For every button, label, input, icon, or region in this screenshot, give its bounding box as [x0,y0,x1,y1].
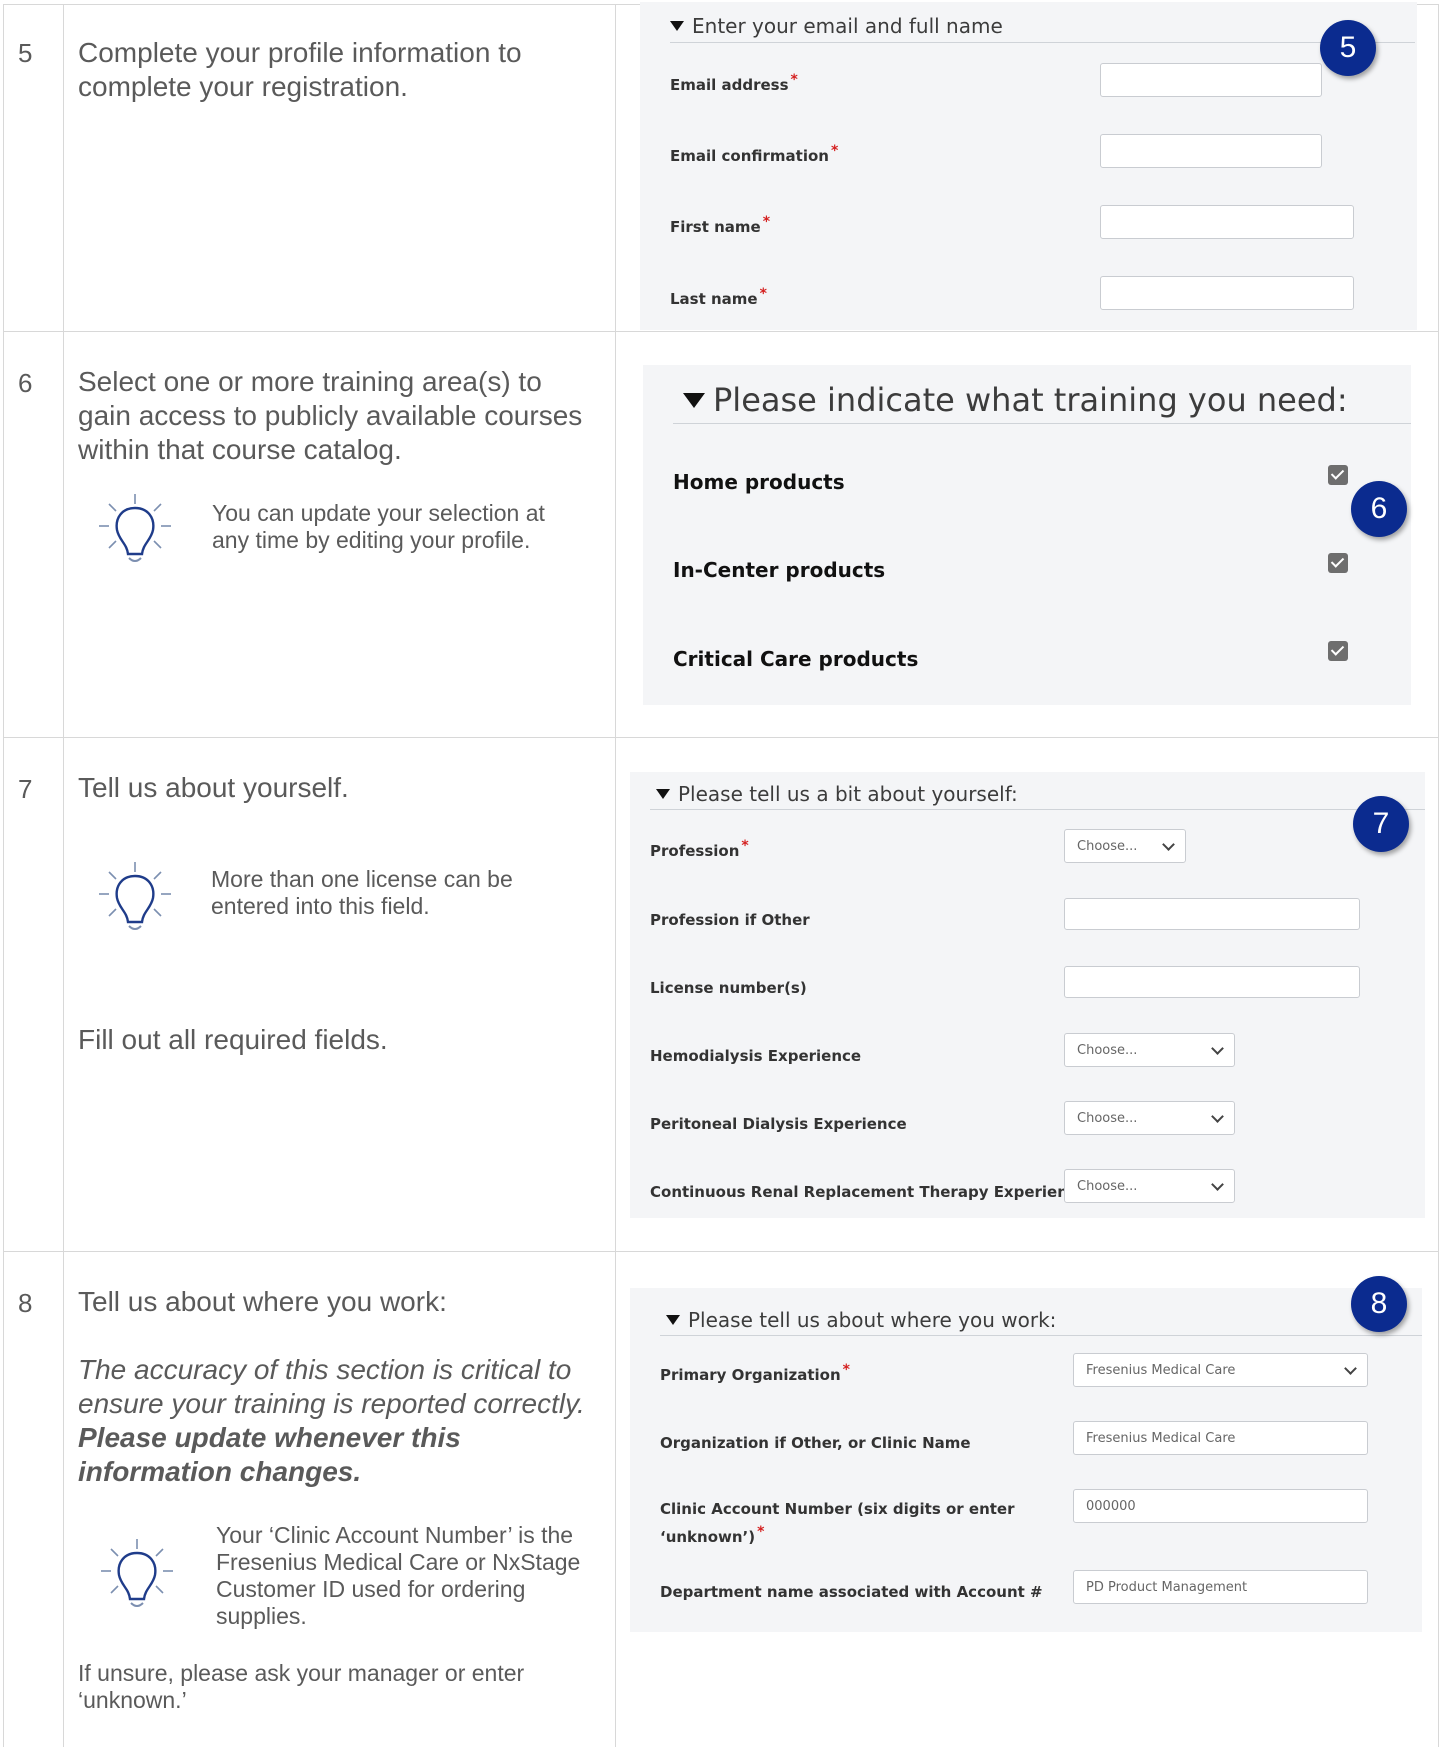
step-number: 6 [18,368,33,398]
panel-title[interactable]: Enter your email and full name [670,14,1003,38]
clinic-account-number-input[interactable]: 000000 [1073,1489,1368,1523]
primary-organization-label: Primary Organization * [660,1362,850,1384]
step-badge: 8 [1351,1276,1407,1332]
step-instruction: Tell us about where you work: [78,1286,447,1317]
profession-label: Profession * [650,838,749,860]
in-center-products-checkbox[interactable] [1328,553,1348,573]
panel-title[interactable]: Please tell us a bit about yourself: [656,782,1018,806]
step-badge: 7 [1353,796,1409,852]
panel-divider [650,809,1425,810]
email-confirmation-label: Email confirmation * [670,143,839,165]
row-divider [3,737,1439,738]
panel-divider [670,42,1415,43]
panel-title[interactable]: Please tell us about where you work: [666,1308,1056,1332]
first-name-input[interactable] [1100,205,1354,239]
chevron-down-icon [1211,1177,1224,1191]
about-yourself-panel: Please tell us a bit about yourself: Pro… [630,772,1425,1218]
profession-other-label: Profession if Other [650,911,810,929]
hemodialysis-experience-label: Hemodialysis Experience [650,1047,862,1065]
chevron-down-icon [1211,1109,1224,1123]
crrt-experience-select[interactable]: Choose... [1064,1169,1235,1203]
crrt-experience-label: Continuous Renal Replacement Therapy Exp… [650,1183,1087,1201]
step-instruction: Complete your profile information to com… [78,37,522,102]
row-divider [3,1251,1439,1252]
home-products-label: Home products [673,470,845,494]
chevron-down-icon [1162,837,1175,851]
row-divider [3,331,1439,332]
training-panel: Please indicate what training you need: … [643,365,1411,705]
tip-text: More than one license can be entered int… [211,866,513,919]
instruction-table: 5 Complete your profile information to c… [0,0,1442,1747]
step-instruction: Tell us about yourself. [78,772,349,803]
step-instruction-required: Fill out all required fields. [78,1024,388,1055]
organization-other-input[interactable]: Fresenius Medical Care [1073,1421,1368,1455]
primary-organization-select[interactable]: Fresenius Medical Care [1073,1353,1368,1387]
step-number: 7 [18,774,33,804]
collapse-triangle-icon [683,392,705,408]
license-number-label: License number(s) [650,979,807,997]
panel-divider [660,1335,1422,1336]
panel-title[interactable]: Please indicate what training you need: [683,381,1348,419]
chevron-down-icon [1344,1361,1357,1375]
organization-other-label: Organization if Other, or Clinic Name [660,1434,971,1452]
step-number: 8 [18,1288,33,1318]
lightbulb-icon [99,862,171,930]
license-number-input[interactable] [1064,966,1360,998]
lightbulb-icon [99,494,171,562]
last-name-input[interactable] [1100,276,1354,310]
where-you-work-panel: Please tell us about where you work: Pri… [630,1288,1422,1632]
chevron-down-icon [1211,1041,1224,1055]
department-name-label: Department name associated with Account … [660,1583,1043,1601]
first-name-label: First name * [670,214,771,236]
table-border-right [1438,4,1439,1747]
hemodialysis-experience-select[interactable]: Choose... [1064,1033,1235,1067]
collapse-triangle-icon [670,20,684,31]
peritoneal-dialysis-experience-label: Peritoneal Dialysis Experience [650,1115,907,1133]
in-center-products-label: In-Center products [673,558,886,582]
peritoneal-dialysis-experience-select[interactable]: Choose... [1064,1101,1235,1135]
email-name-panel: Enter your email and full name Email add… [640,2,1417,330]
panel-divider [673,423,1411,424]
accuracy-notice: The accuracy of this section is critical… [78,1354,585,1487]
clinic-account-number-label: Clinic Account Number (six digits or ent… [660,1500,1015,1546]
email-address-input[interactable] [1100,63,1322,97]
step-number: 5 [18,38,33,68]
collapse-triangle-icon [656,788,670,799]
step-badge: 6 [1351,481,1407,537]
table-divider-content [615,4,616,1747]
email-address-label: Email address * [670,72,798,94]
tip-text: You can update your selection at any tim… [212,500,545,553]
tip-text: Your ‘Clinic Account Number’ is the Fres… [216,1522,581,1629]
step-badge: 5 [1320,20,1376,76]
collapse-triangle-icon [666,1314,680,1325]
profession-other-input[interactable] [1064,898,1360,930]
email-confirmation-input[interactable] [1100,134,1322,168]
critical-care-products-label: Critical Care products [673,647,919,671]
home-products-checkbox[interactable] [1328,465,1348,485]
last-name-label: Last name * [670,286,767,308]
table-border-left [3,4,4,1747]
critical-care-products-checkbox[interactable] [1328,641,1348,661]
profession-select[interactable]: Choose... [1064,829,1186,863]
department-name-input[interactable]: PD Product Management [1073,1570,1368,1604]
step-instruction: Select one or more training area(s) to g… [78,366,583,465]
table-divider-number [63,4,64,1747]
lightbulb-icon [101,1539,173,1607]
unsure-note: If unsure, please ask your manager or en… [78,1660,525,1713]
